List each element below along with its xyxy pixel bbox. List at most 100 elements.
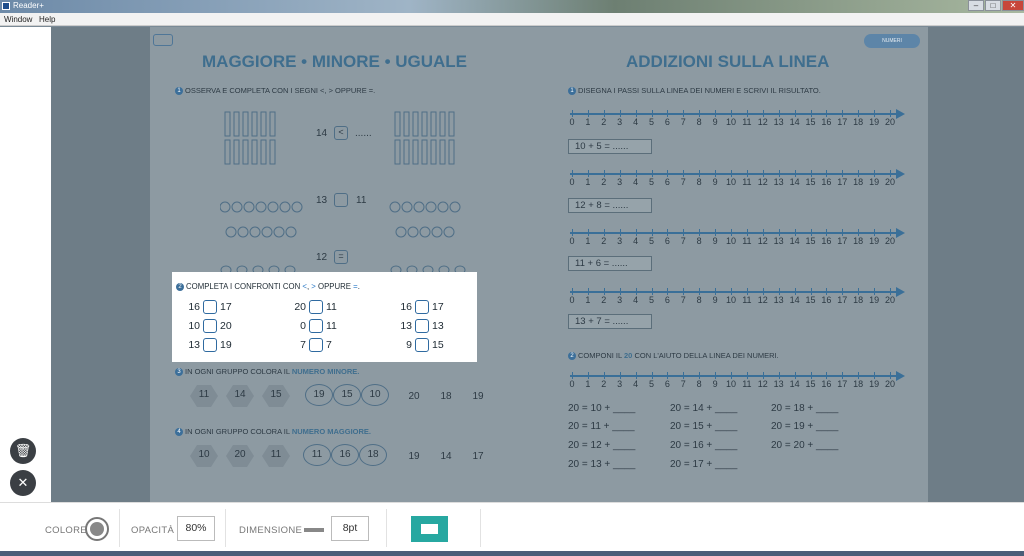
tick-label: 2 [601,177,607,187]
tick-label: 13 [773,236,784,246]
tick-mark [619,372,621,379]
menu-help[interactable]: Help [39,15,55,24]
comparison-answer-box[interactable] [309,338,323,352]
tick-label: 20 [884,117,895,127]
close-button[interactable]: ✕ [10,470,36,496]
window-close-button[interactable]: ✕ [1002,0,1024,11]
menu-window[interactable]: Window [4,15,32,24]
tick-mark [890,288,891,295]
tick-mark [699,372,701,379]
tick-label: 2 [601,117,607,127]
popup-number-badge: 2 [176,282,184,291]
tick-mark [587,229,589,236]
tick-label: 15 [805,379,816,389]
tick-mark [810,229,812,236]
tick-label: 18 [853,117,864,127]
comparison-left: 20 [294,301,306,313]
color-picker[interactable] [85,517,109,541]
equation-4-1: 20 = 13 + ____ [568,459,636,470]
tick-mark [890,229,891,236]
ex1-row1-sign: < [334,126,348,140]
comparison-answer-box[interactable] [415,300,429,314]
comparison-left: 16 [400,301,412,313]
comparison-right: 15 [432,339,444,351]
tick-label: 5 [648,295,654,305]
tick-mark [587,372,589,379]
comparison-answer-box[interactable] [203,300,217,314]
comparison-answer-box[interactable] [309,319,323,333]
tick-label: 10 [725,177,736,187]
tick-label: 4 [633,295,639,305]
tick-label: 16 [821,379,832,389]
tick-mark [794,110,796,117]
tick-label: 6 [664,177,670,187]
tick-label: 14 [789,236,800,246]
tick-mark [794,288,796,295]
tick-mark [858,170,860,177]
tick-label: 13 [773,117,784,127]
comparison-answer-box[interactable] [415,338,429,352]
tick-label: 2 [601,379,607,389]
arrow-icon [896,109,905,119]
tick-mark [715,229,717,236]
tick-label: 17 [837,379,848,389]
maximize-button[interactable]: □ [985,0,1001,11]
tick-label: 3 [617,117,623,127]
tick-mark [619,229,621,236]
tick-mark [603,372,605,379]
tick-label: 6 [664,117,670,127]
tick-mark [842,110,844,117]
tick-label: 6 [664,379,670,389]
tick-mark [842,229,844,236]
tick-label: 12 [757,236,768,246]
comparison-answer-box[interactable] [203,338,217,352]
tick-mark [826,229,828,236]
comparison-answer-box[interactable] [415,319,429,333]
equation-3-3: 20 = 20 + ____ [771,440,839,451]
comparison-left: 13 [400,320,412,332]
tick-mark [587,110,589,117]
tick-mark [699,170,701,177]
tick-label: 18 [853,236,864,246]
tick-label: 16 [821,117,832,127]
zoom-popup-exercise-2[interactable]: 2 COMPLETA I CONFRONTI CON <, > OPPURE =.… [172,272,477,362]
page-corner-tab [153,34,173,46]
tick-label: 10 [725,379,736,389]
opacity-label: OPACITÀ [131,525,175,536]
opacity-input[interactable]: 80% [177,516,215,541]
tick-label: 17 [837,236,848,246]
tick-label: 20 [884,379,895,389]
tick-mark [874,170,876,177]
tick-label: 5 [648,379,654,389]
tick-mark [778,372,780,379]
ex3-circle-1: 19 [305,384,333,406]
number-line: 0 1 2 3 4 5 6 7 8 9 10 11 12 13 14 15 16 17 18 19 20 [569,109,905,128]
comparison-answer-box[interactable] [203,319,217,333]
tick-mark [683,170,685,177]
tick-label: 5 [648,177,654,187]
tick-label: 1 [585,236,591,246]
delete-button[interactable]: 🗑 [10,438,36,464]
toolbar-divider [119,509,120,547]
comparison-left: 13 [188,339,200,351]
ex4-triangle-3: 17 [472,451,484,462]
highlight-tool-button[interactable] [411,516,448,542]
tick-mark [635,372,637,379]
tick-label: 19 [869,236,880,246]
stroke-size-icon [304,528,324,532]
equation-3-1: 20 = 12 + ____ [568,440,636,451]
comparison-answer-box[interactable] [309,300,323,314]
tick-label: 4 [633,379,639,389]
comparison-right: 19 [220,339,232,351]
tick-mark [858,229,860,236]
tick-mark [746,229,748,236]
tick-label: 17 [837,295,848,305]
tick-mark [810,288,812,295]
tick-mark [762,229,764,236]
arrow-icon [896,169,905,179]
left-ex1-illustrations [220,111,466,272]
tick-label: 1 [585,177,591,187]
minimize-button[interactable]: – [968,0,984,11]
tick-mark [572,288,573,295]
size-input[interactable]: 8pt [331,516,369,541]
